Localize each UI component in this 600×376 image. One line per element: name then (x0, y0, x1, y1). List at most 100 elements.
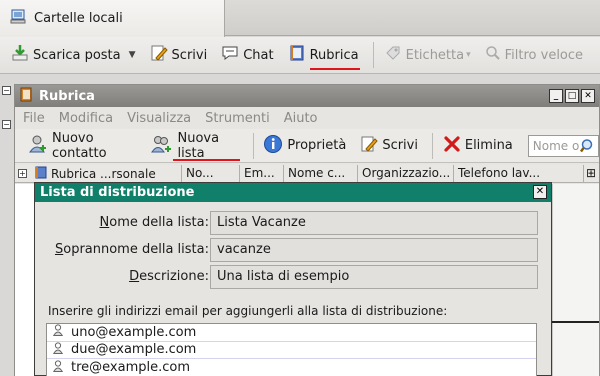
column-picker-icon[interactable]: ⊞ (583, 165, 599, 183)
chat-label: Chat (243, 47, 274, 63)
delete-button[interactable]: Elimina (438, 132, 518, 160)
new-contact-button[interactable]: Nuovo contatto (23, 130, 142, 161)
chevron-down-icon[interactable]: ▾ (466, 50, 471, 60)
tag-button[interactable]: Etichetta ▾ (379, 41, 476, 69)
chevron-down-icon[interactable]: ▼ (129, 50, 136, 60)
nickname-row: Soprannome della lista: vacanze (35, 238, 553, 262)
delete-x-icon (443, 135, 461, 157)
menu-view[interactable]: Visualizza (127, 111, 191, 126)
address-book-toolbar: Nuovo contatto Nuova lista Proprietà Scr… (15, 129, 599, 163)
dialog-title: Lista di distribuzione (40, 185, 195, 200)
compose-icon (150, 44, 168, 66)
download-mail-icon (11, 44, 29, 66)
list-item[interactable]: due@example.com (47, 342, 536, 359)
nickname-label: Soprannome della lista: (54, 242, 209, 257)
tag-label: Etichetta (405, 47, 465, 63)
list-item[interactable]: tre@example.com (47, 359, 536, 376)
highlight-underline (173, 158, 240, 161)
close-icon[interactable]: ✕ (533, 185, 547, 199)
contact-search-input[interactable]: Nome o (527, 134, 599, 157)
tag-icon (384, 44, 402, 66)
list-name-field[interactable]: Lista Vacanze (210, 211, 538, 235)
minimize-icon[interactable]: _ (549, 89, 563, 103)
address-book-icon (19, 87, 33, 106)
list-name-row: Nome della lista: Lista Vacanze (35, 211, 553, 235)
address-book-icon (288, 44, 306, 66)
write-label: Scrivi (382, 138, 418, 153)
directory-label: Rubrica ...rsonale (51, 167, 156, 181)
new-list-label: Nuova lista (177, 130, 220, 161)
tab-strip: Cartelle locali (0, 0, 600, 37)
properties-label: Proprietà (287, 138, 347, 153)
quick-filter-label: Filtro veloce (504, 47, 584, 63)
directory-tree-header[interactable]: Rubrica ...rsonale (31, 165, 181, 183)
address-book-title: Rubrica (39, 88, 95, 104)
menu-edit[interactable]: Modifica (59, 111, 113, 126)
address-book-menubar: File Modifica Visualizza Strumenti Aiuto (15, 107, 599, 129)
description-row: Descrizione: Una lista di esempio (35, 265, 553, 289)
address-book-label: Rubrica (309, 47, 359, 63)
quick-filter-button[interactable]: Filtro veloce (480, 41, 588, 69)
address-book-icon (35, 166, 47, 182)
address-book-button[interactable]: Rubrica (283, 41, 364, 70)
delete-label: Elimina (464, 138, 513, 153)
write-label: Scrivi (171, 47, 208, 63)
window-controls: _ □ ✕ (549, 89, 595, 103)
get-mail-button[interactable]: Scarica posta ▼ (6, 41, 141, 69)
list-item[interactable]: uno@example.com (47, 324, 536, 342)
info-icon (263, 134, 283, 158)
person-icon (52, 360, 64, 376)
person-icon (52, 342, 64, 358)
toolbar-separator (252, 132, 254, 159)
new-list-icon (151, 134, 173, 158)
main-toolbar: Scarica posta ▼ Scrivi Chat Rubrica Etic… (0, 37, 600, 74)
highlight-underline (309, 68, 360, 70)
left-gutter: − − (0, 74, 14, 376)
search-icon[interactable] (580, 138, 596, 156)
menu-help[interactable]: Aiuto (284, 111, 318, 126)
tab-label: Cartelle locali (34, 11, 123, 26)
email-address-list[interactable]: uno@example.com due@example.com tre@exam… (46, 323, 537, 376)
instruction-text: Inserire gli indirizzi email per aggiung… (48, 304, 448, 318)
column-chat-name[interactable]: Nome c... (283, 165, 357, 183)
column-email[interactable]: Em... (239, 165, 283, 183)
tab-local-folders[interactable]: Cartelle locali (0, 0, 225, 37)
maximize-icon[interactable]: □ (565, 89, 579, 103)
new-contact-label: Nuovo contatto (52, 130, 107, 161)
nickname-field[interactable]: vacanze (210, 238, 538, 262)
description-field[interactable]: Una lista di esempio (210, 265, 538, 289)
expand-icon[interactable]: + (18, 169, 27, 178)
column-name[interactable]: No... (181, 165, 239, 183)
list-name-label: Nome della lista: (99, 215, 210, 230)
divider (552, 321, 599, 323)
close-icon[interactable]: ✕ (581, 89, 595, 103)
person-icon (52, 324, 64, 340)
search-icon (485, 45, 501, 65)
search-placeholder: Nome o (532, 138, 580, 153)
properties-button[interactable]: Proprietà (258, 132, 351, 160)
chat-bubble-icon (221, 44, 239, 66)
write-button[interactable]: Scrivi (355, 132, 423, 160)
compose-icon (360, 135, 379, 157)
chat-button[interactable]: Chat (216, 41, 278, 69)
description-label: Descrizione: (129, 269, 209, 284)
column-organization[interactable]: Organizzazio... (357, 165, 453, 183)
email-value: due@example.com (71, 342, 197, 358)
new-contact-icon (28, 134, 48, 158)
collapse-icon[interactable]: − (2, 86, 11, 95)
menu-file[interactable]: File (23, 111, 45, 126)
column-work-phone[interactable]: Telefono lav... (453, 165, 583, 183)
new-list-button[interactable]: Nuova lista (146, 130, 243, 161)
toolbar-separator (372, 42, 374, 68)
toolbar-separator (431, 132, 433, 159)
email-value: uno@example.com (71, 324, 197, 340)
get-mail-label: Scarica posta (33, 47, 121, 63)
write-button[interactable]: Scrivi (145, 41, 213, 69)
contact-details-pane (552, 184, 599, 376)
mailing-list-dialog: Lista di distribuzione ✕ Nome della list… (34, 182, 552, 376)
menu-tools[interactable]: Strumenti (205, 111, 270, 126)
email-value: tre@example.com (71, 360, 191, 376)
collapse-icon[interactable]: − (2, 120, 11, 129)
computer-icon (10, 9, 26, 28)
contacts-column-header: + Rubrica ...rsonale No... Em... Nome c.… (15, 165, 599, 183)
